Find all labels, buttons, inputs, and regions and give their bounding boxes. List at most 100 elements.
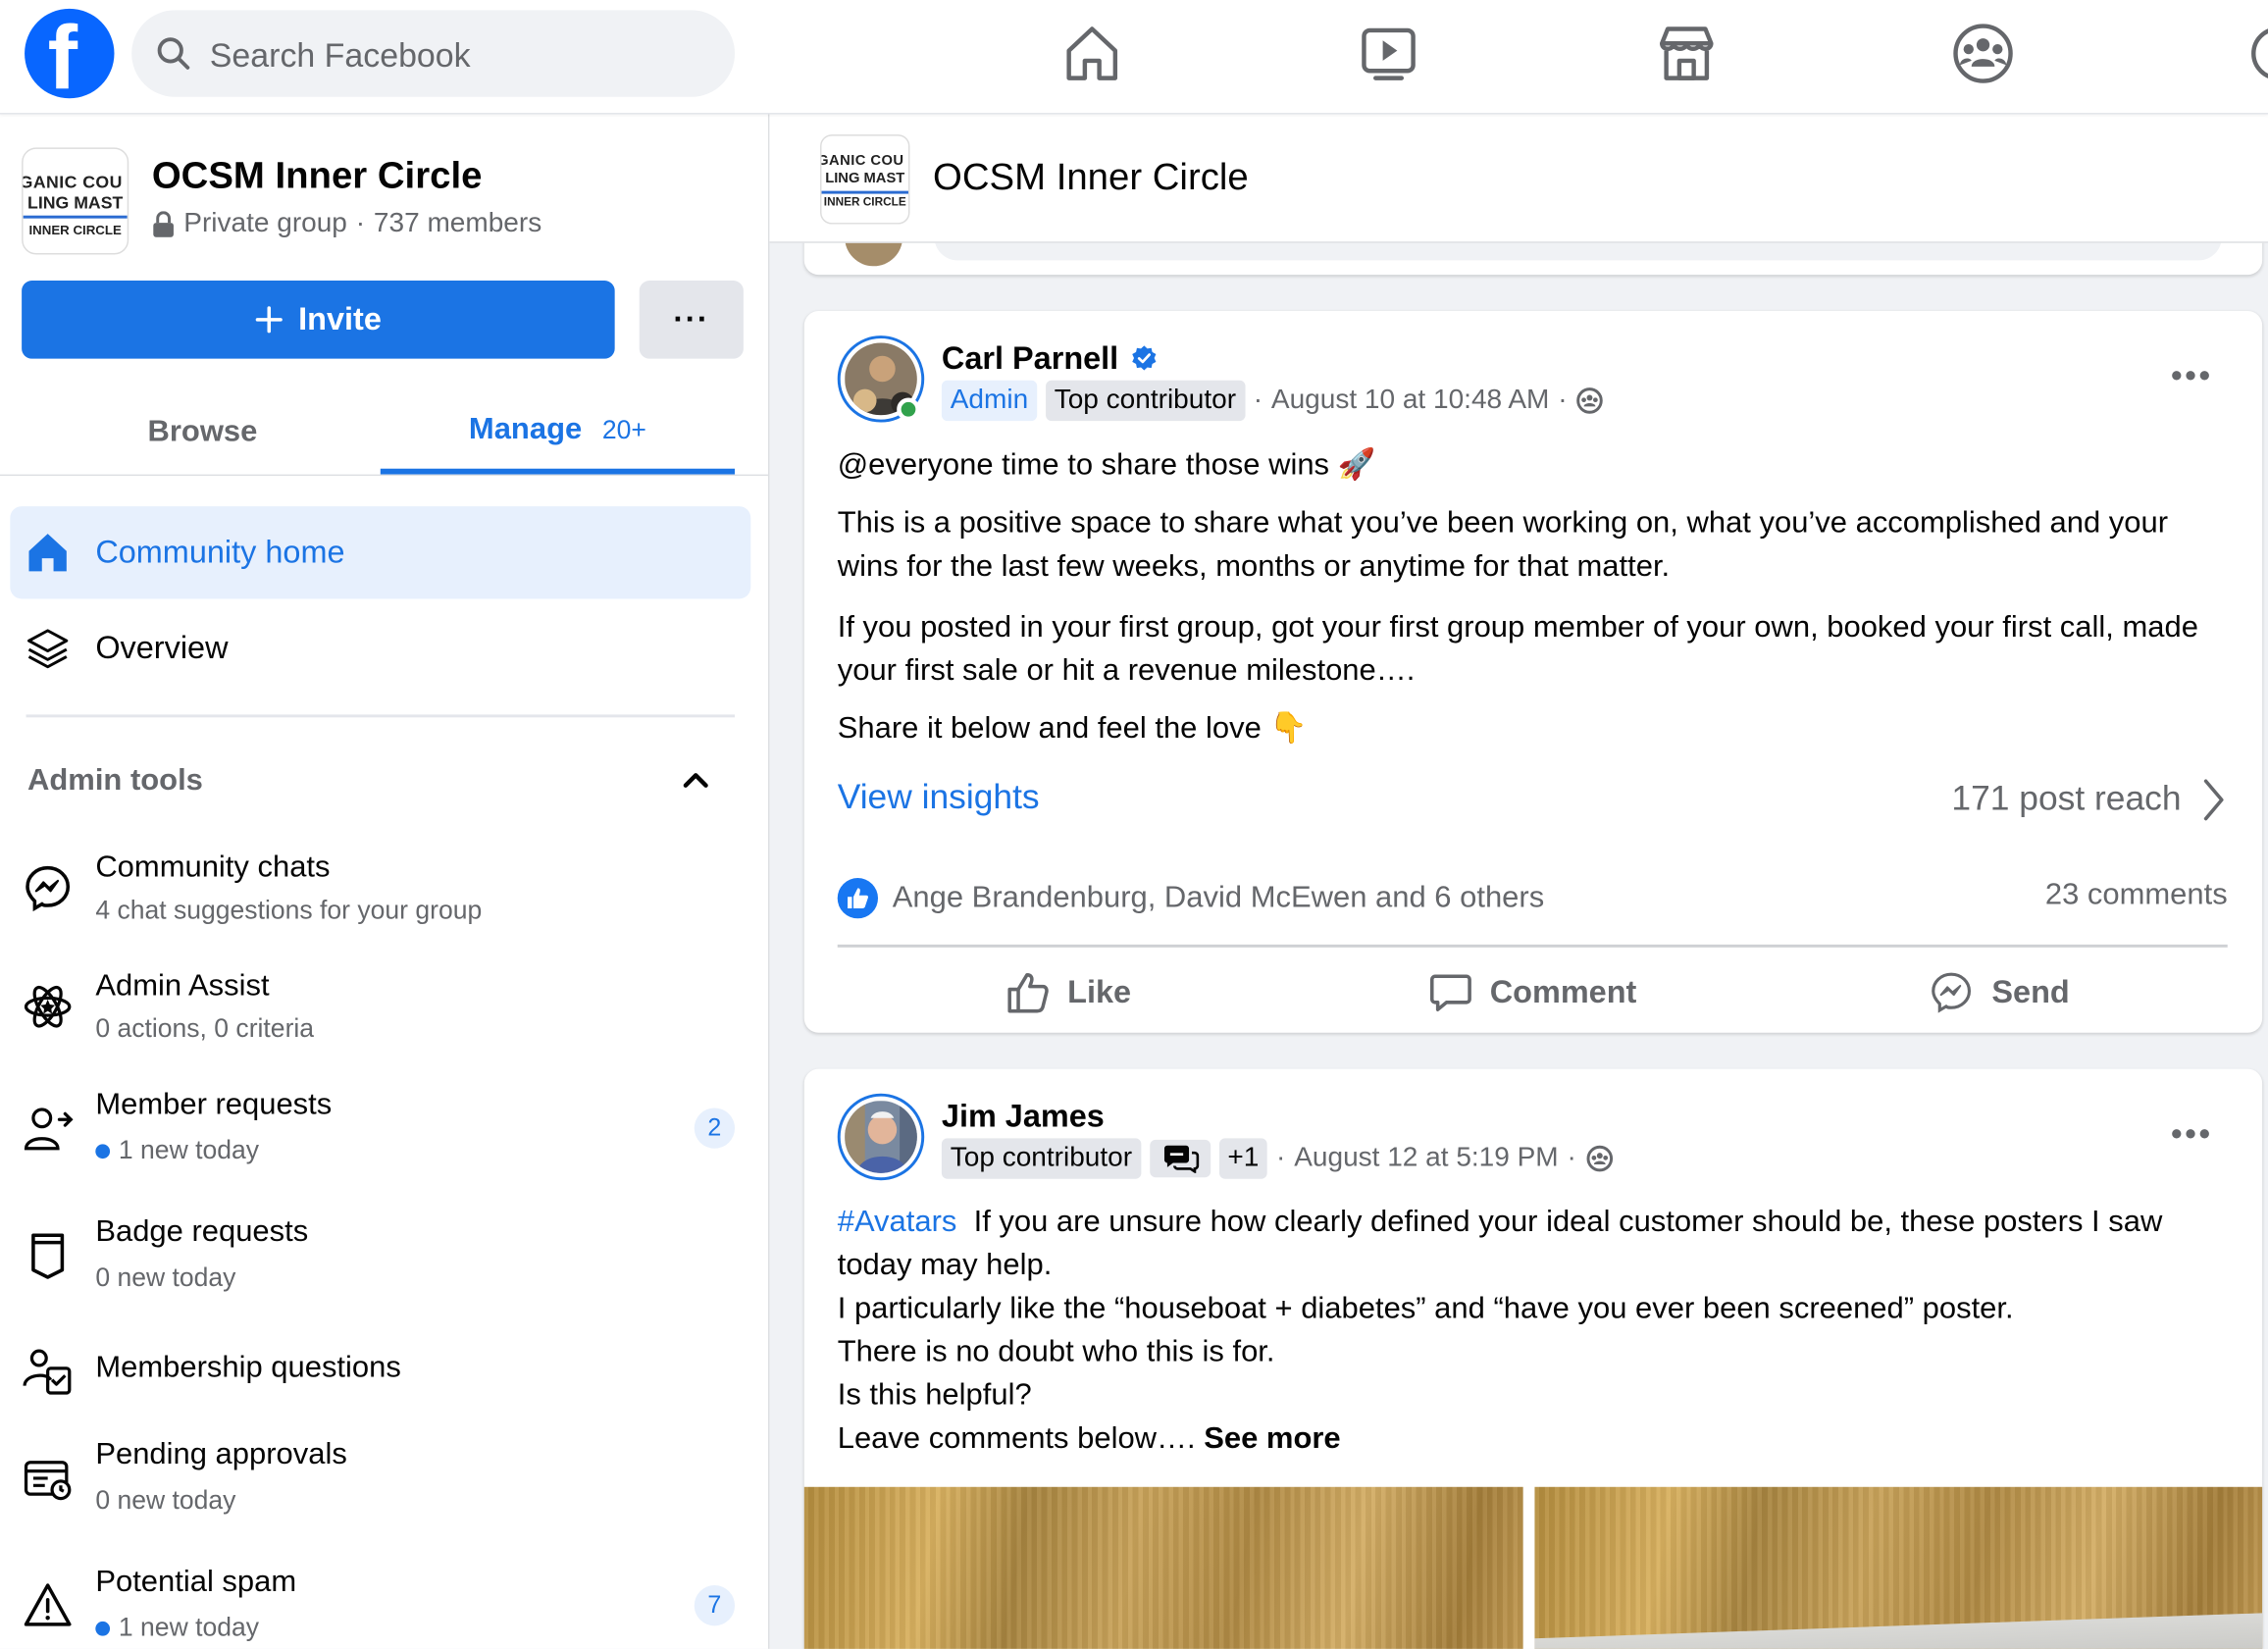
lock-icon — [153, 211, 174, 237]
tool-badge-requests[interactable]: Badge requests 0 new today — [22, 1212, 745, 1299]
nav-label: Community home — [95, 534, 345, 570]
tool-title: Community chats — [95, 850, 331, 884]
like-icon — [1007, 973, 1049, 1013]
post-paragraph: Share it below and feel the love 👇 — [837, 711, 1308, 746]
hashtag-link[interactable]: #Avatars — [838, 1205, 957, 1238]
like-reaction-icon — [837, 878, 879, 919]
post-line: There is no doubt who this is for. — [837, 1334, 1275, 1368]
more-options-button[interactable]: ··· — [639, 281, 744, 359]
invite-button[interactable]: Invite — [22, 281, 615, 359]
post-options-button[interactable]: ••• — [2171, 1115, 2213, 1153]
post-meta: Top contributor +1 · August 12 at 5:19 P… — [941, 1138, 1614, 1179]
online-status-dot — [897, 397, 920, 422]
group-name[interactable]: OCSM Inner Circle — [152, 153, 483, 198]
conversation-starter-badge[interactable] — [1149, 1139, 1211, 1178]
tool-title: Admin Assist — [95, 968, 270, 1003]
post-line-text: Leave comments below…. — [837, 1421, 1196, 1456]
post-timestamp[interactable]: August 10 at 10:48 AM — [1271, 385, 1549, 416]
post-photo[interactable] — [1534, 1486, 2263, 1649]
divider — [837, 944, 2228, 948]
tool-subtitle: 4 chat suggestions for your group — [95, 895, 483, 925]
post-reach-text: 171 post reach — [1951, 779, 2182, 819]
watch-icon[interactable] — [1356, 21, 1422, 87]
meta-separator: · — [1567, 1142, 1576, 1173]
groups-icon[interactable] — [1950, 21, 2017, 87]
action-label: Comment — [1489, 973, 1637, 1010]
admin-tools-heading[interactable]: Admin tools — [27, 764, 203, 799]
top-contributor-tag[interactable]: Top contributor — [941, 1138, 1141, 1179]
group-logo[interactable]: GANIC COU LING MAST INNER CIRCLE — [22, 147, 129, 255]
verified-badge-icon — [1132, 345, 1157, 371]
post-options-button[interactable]: ••• — [2171, 357, 2213, 394]
divider — [0, 474, 768, 477]
logo-text-line: INNER CIRCLE — [23, 215, 128, 242]
tool-member-requests[interactable]: Member requests 1 new today 2 — [22, 1085, 745, 1171]
comment-button[interactable]: Comment — [1429, 963, 1637, 1021]
action-label: Send — [1991, 973, 2070, 1010]
tab-manage[interactable]: Manage 20+ — [380, 390, 736, 475]
group-sidebar: GANIC COU LING MAST INNER CIRCLE OCSM In… — [0, 113, 770, 1649]
post-line: Leave comments below…. See more — [838, 1417, 2225, 1461]
more-dots-icon: ··· — [673, 300, 710, 337]
like-button[interactable]: Like — [1006, 963, 1131, 1021]
avatar[interactable] — [837, 1093, 925, 1181]
nav-overview[interactable]: Overview — [10, 601, 750, 694]
tool-subtitle: 1 new today — [95, 1613, 259, 1643]
tool-community-chats[interactable]: Community chats 4 chat suggestions for y… — [22, 848, 745, 934]
post-paragraph: This is a positive space to share what y… — [837, 506, 2169, 584]
post-reach[interactable]: 171 post reach — [1951, 778, 2224, 821]
facebook-logo[interactable]: f — [25, 8, 115, 99]
marketplace-icon[interactable] — [1653, 21, 1720, 87]
tool-admin-assist[interactable]: Admin Assist 0 actions, 0 criteria — [22, 966, 745, 1053]
tool-title: Member requests — [95, 1087, 333, 1121]
group-logo[interactable]: GANIC COU LING MAST INNER CIRCLE — [820, 134, 910, 225]
search-input[interactable] — [206, 25, 705, 85]
view-insights-link[interactable]: View insights — [838, 778, 1040, 818]
home-icon[interactable] — [1058, 21, 1125, 87]
tool-subtitle: 1 new today — [95, 1135, 259, 1165]
logo-text-line: GANIC COU — [820, 153, 904, 170]
messenger-icon — [1932, 972, 1972, 1013]
comment-icon — [1429, 974, 1471, 1011]
invite-label: Invite — [298, 300, 382, 337]
post-timestamp[interactable]: August 12 at 5:19 PM — [1294, 1143, 1558, 1174]
tool-pending-approvals[interactable]: Pending approvals 0 new today — [22, 1435, 745, 1521]
see-more-link[interactable]: See more — [1204, 1421, 1340, 1455]
messenger-icon — [26, 865, 71, 912]
chevron-up-icon[interactable] — [679, 764, 713, 799]
tool-membership-questions[interactable]: Membership questions — [22, 1342, 745, 1400]
author-name[interactable]: Carl Parnell — [942, 340, 1118, 378]
post-author: Carl Parnell — [942, 340, 1160, 378]
tool-subtitle-text: 1 new today — [118, 1135, 260, 1164]
post-body: #Avatars If you are unsure how clearly d… — [838, 1201, 2225, 1461]
divider — [26, 714, 736, 718]
post-photo[interactable] — [803, 1486, 1523, 1649]
meta-separator: · — [1276, 1142, 1286, 1173]
search-box[interactable] — [131, 10, 736, 97]
send-button[interactable]: Send — [1929, 963, 2070, 1021]
logo-text-line: INNER CIRCLE — [821, 190, 908, 212]
group-meta: Private group · 737 members — [152, 208, 541, 239]
post-line: #Avatars If you are unsure how clearly d… — [838, 1201, 2225, 1287]
count-badge: 7 — [694, 1585, 736, 1626]
extra-badges-count[interactable]: +1 — [1218, 1138, 1268, 1179]
group-audience-icon — [1586, 1145, 1613, 1172]
tab-label: Browse — [147, 415, 258, 449]
group-member-count[interactable]: 737 members — [374, 208, 541, 239]
chevron-right-icon — [2203, 779, 2224, 821]
tool-title: Badge requests — [95, 1214, 309, 1249]
comments-count[interactable]: 23 comments — [2045, 878, 2228, 912]
tool-title: Membership questions — [95, 1351, 401, 1385]
reactions-summary[interactable]: Ange Brandenburg, David McEwen and 6 oth… — [837, 878, 1544, 919]
admin-assist-icon — [24, 985, 72, 1028]
group-header-title[interactable]: OCSM Inner Circle — [933, 155, 1249, 200]
tool-potential-spam[interactable]: Potential spam 1 new today 7 — [22, 1562, 745, 1648]
gaming-icon[interactable] — [2244, 21, 2268, 87]
top-contributor-tag[interactable]: Top contributor — [1045, 380, 1245, 422]
author-name[interactable]: Jim James — [942, 1098, 1105, 1135]
tab-browse[interactable]: Browse — [28, 390, 376, 475]
action-label: Like — [1067, 973, 1132, 1010]
nav-community-home[interactable]: Community home — [10, 506, 751, 599]
admin-tag[interactable]: Admin — [941, 380, 1038, 422]
post-paragraph: @everyone time to share those wins 🚀 — [837, 448, 1376, 483]
